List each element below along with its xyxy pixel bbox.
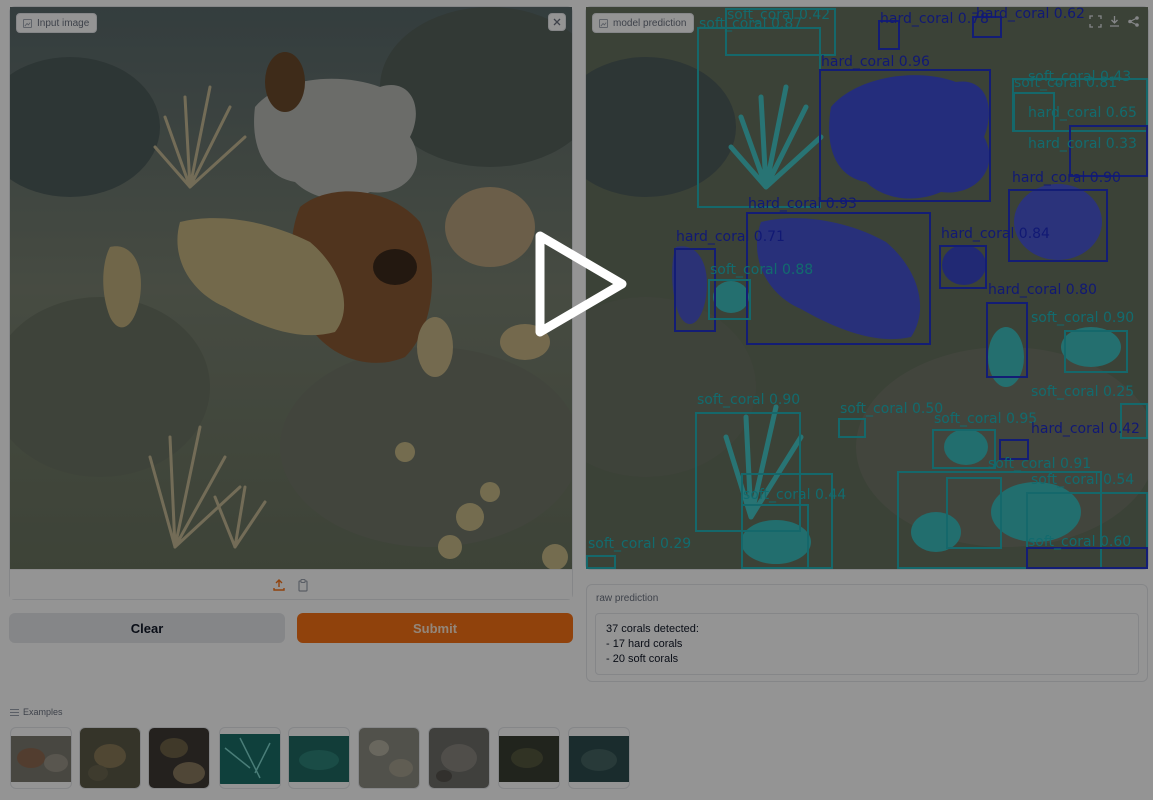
detection-box bbox=[1026, 547, 1148, 569]
detection-label: hard_coral 0.96 bbox=[821, 54, 930, 70]
image-toolbar bbox=[1089, 15, 1140, 28]
detection-label: hard_coral 0.65 bbox=[1028, 105, 1137, 121]
detection-label: soft_coral 0.50 bbox=[840, 401, 944, 417]
upload-icon[interactable] bbox=[272, 578, 286, 592]
detection-label: soft_coral 0.88 bbox=[710, 262, 814, 278]
detection-box bbox=[708, 279, 751, 320]
input-image-label: Input image bbox=[16, 13, 98, 33]
detection-box bbox=[586, 555, 616, 569]
upload-toolbar bbox=[10, 569, 572, 599]
detection-box bbox=[697, 27, 821, 208]
clear-button[interactable]: Clear bbox=[9, 613, 285, 643]
detection-box bbox=[838, 418, 866, 438]
detection-label: soft_coral 0.25 bbox=[1031, 384, 1135, 400]
raw-line-3: - 20 soft corals bbox=[606, 653, 679, 665]
examples-title: Examples bbox=[23, 707, 63, 717]
submit-button[interactable]: Submit bbox=[297, 613, 573, 643]
detection-label: soft_coral 0.90 bbox=[697, 392, 801, 408]
clipboard-icon[interactable] bbox=[296, 578, 310, 592]
raw-prediction-output[interactable]: 37 corals detected: - 17 hard corals - 2… bbox=[595, 613, 1139, 675]
raw-prediction-panel: raw prediction 37 corals detected: - 17 … bbox=[586, 584, 1148, 682]
detection-box bbox=[986, 302, 1028, 378]
detection-label: soft_coral 0.81 bbox=[1014, 75, 1118, 91]
detection-label: soft_coral 0.91 bbox=[988, 456, 1092, 472]
detection-label: soft_coral 0.60 bbox=[1028, 534, 1132, 550]
raw-line-1: 37 corals detected: bbox=[606, 623, 699, 635]
detection-box bbox=[741, 504, 809, 569]
raw-line-2: - 17 hard corals bbox=[606, 638, 683, 650]
example-thumbnail-8[interactable] bbox=[498, 727, 560, 789]
detection-label: hard_coral 0.90 bbox=[1012, 170, 1121, 186]
close-button[interactable] bbox=[548, 13, 566, 31]
detection-label: hard_coral 0.62 bbox=[976, 7, 1085, 22]
detection-label: soft_coral 0.54 bbox=[1031, 472, 1135, 488]
model-prediction-panel: soft_coral 0.42 soft_coral 0.87 hard_cor… bbox=[585, 6, 1149, 570]
download-icon[interactable] bbox=[1108, 15, 1121, 28]
detection-box bbox=[1064, 330, 1128, 373]
detection-box bbox=[819, 69, 991, 202]
input-image-label-text: Input image bbox=[37, 17, 90, 29]
detection-label: hard_coral 0.84 bbox=[941, 226, 1050, 242]
example-thumbnail-7[interactable] bbox=[428, 727, 490, 789]
detection-label: hard_coral 0.80 bbox=[988, 282, 1097, 298]
input-image-panel[interactable]: Input image bbox=[9, 6, 573, 600]
detection-label: hard_coral 0.93 bbox=[748, 196, 857, 212]
model-prediction-label-text: model prediction bbox=[613, 17, 687, 29]
prediction-image: soft_coral 0.42 soft_coral 0.87 hard_cor… bbox=[586, 7, 1148, 569]
examples-header: Examples bbox=[10, 707, 63, 717]
example-thumbnail-6[interactable] bbox=[358, 727, 420, 789]
example-thumbnail-1[interactable] bbox=[10, 727, 72, 789]
example-thumbnail-3[interactable] bbox=[148, 727, 210, 789]
example-thumbnail-2[interactable] bbox=[79, 727, 141, 789]
detection-label: soft_coral 0.29 bbox=[588, 536, 692, 552]
image-icon bbox=[23, 18, 32, 28]
detection-label: hard_coral 0.42 bbox=[1031, 421, 1140, 437]
example-thumbnail-4[interactable] bbox=[219, 727, 281, 789]
raw-prediction-title: raw prediction bbox=[596, 593, 659, 604]
share-icon[interactable] bbox=[1127, 15, 1140, 28]
input-image bbox=[10, 7, 572, 569]
detection-label: soft_coral 0.87 bbox=[699, 16, 803, 32]
detection-label: soft_coral 0.44 bbox=[743, 487, 847, 503]
detection-label: hard_coral 0.33 bbox=[1028, 136, 1137, 152]
example-thumbnail-9[interactable] bbox=[568, 727, 630, 789]
play-button[interactable] bbox=[524, 226, 636, 344]
play-icon bbox=[535, 231, 627, 337]
detection-label: soft_coral 0.95 bbox=[934, 411, 1038, 427]
example-thumbnail-5[interactable] bbox=[288, 727, 350, 789]
detection-box bbox=[939, 245, 987, 289]
detection-label: soft_coral 0.90 bbox=[1031, 310, 1135, 326]
list-icon bbox=[10, 708, 19, 716]
detection-label: hard_coral 0.71 bbox=[676, 229, 785, 245]
model-prediction-label: model prediction bbox=[592, 13, 695, 33]
fullscreen-icon[interactable] bbox=[1089, 15, 1102, 28]
close-icon bbox=[553, 18, 561, 26]
detection-box bbox=[946, 477, 1002, 549]
image-icon bbox=[599, 18, 608, 28]
